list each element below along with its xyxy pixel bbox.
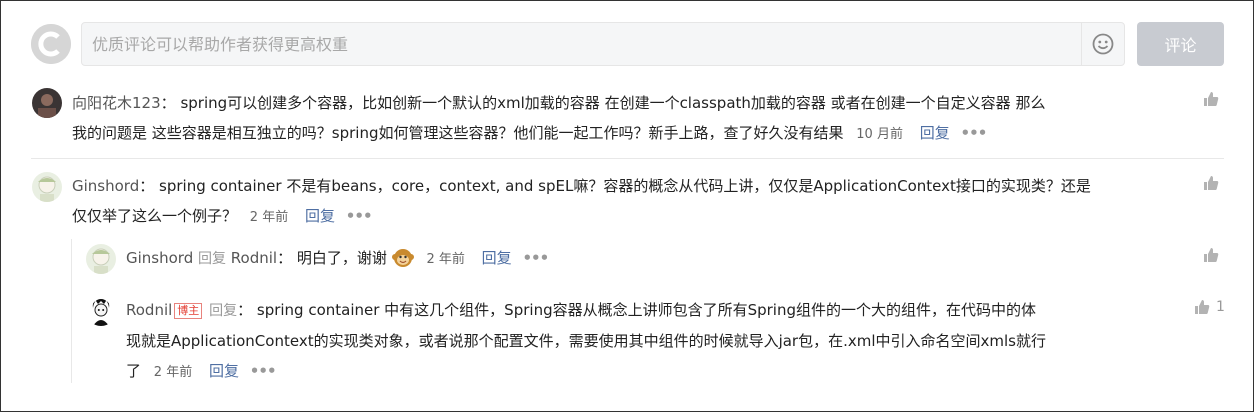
comment-input[interactable]	[82, 23, 1082, 65]
like-button[interactable]	[1203, 91, 1219, 107]
avatar[interactable]	[86, 244, 116, 274]
reply-body: Ginshord 回复 Rodnil： 明白了，谢谢 2 年前 回复 •••	[126, 243, 1176, 275]
avatar[interactable]	[32, 88, 62, 118]
comment-text: spring可以创建多个容器，比如创新一个默认的xml加载的容器 在创建一个cl…	[180, 94, 1046, 112]
comment-body: Ginshord： spring container 不是有beans，core…	[72, 171, 1182, 233]
reply-button[interactable]: 回复	[305, 207, 335, 225]
reply-word: 回复	[198, 251, 227, 267]
reply-time: 2 年前	[153, 365, 193, 380]
submit-comment-button[interactable]: 评论	[1137, 22, 1224, 66]
comment-time: 10 月前	[856, 127, 903, 142]
thumbs-up-icon	[1204, 176, 1219, 190]
reply-thread-line	[71, 239, 72, 383]
reply-word: 回复	[209, 303, 238, 319]
comment-section: { "editor": { "placeholder": "优质评论可以帮助作者…	[0, 0, 1254, 412]
separator: ：	[139, 177, 155, 195]
avatar[interactable]	[86, 296, 116, 326]
smiley-icon	[1092, 33, 1114, 55]
reply-text: 明白了，谢谢	[296, 249, 387, 267]
like-button[interactable]	[1203, 175, 1219, 191]
separator: ：	[237, 301, 253, 319]
reply-text-cont: 现就是ApplicationContext的实现类对象，或者说那个配置文件，需要…	[126, 332, 1046, 350]
more-options-icon[interactable]: •••	[961, 124, 988, 142]
separator: ：	[277, 249, 293, 267]
comment-body: 向阳花木123： spring可以创建多个容器，比如创新一个默认的xml加载的容…	[72, 88, 1182, 150]
separator: ：	[160, 94, 176, 112]
thumbs-up-icon	[1204, 248, 1219, 262]
site-logo-icon	[31, 24, 71, 64]
reply-button[interactable]: 回复	[209, 362, 239, 380]
reply-button[interactable]: 回复	[482, 249, 512, 267]
like-button[interactable]	[1203, 247, 1219, 263]
more-options-icon[interactable]: •••	[522, 249, 549, 267]
like-button[interactable]: 1	[1194, 299, 1225, 315]
comment-author[interactable]: 向阳花木123	[72, 94, 161, 112]
more-options-icon[interactable]: •••	[250, 362, 277, 380]
comment-time: 2 年前	[249, 210, 289, 225]
monkey-emoji-icon	[391, 249, 414, 267]
reply-target[interactable]: Rodnil	[231, 249, 277, 267]
comment-input-box	[81, 22, 1125, 66]
reply-author[interactable]: Rodnil	[126, 301, 172, 319]
divider	[31, 158, 1224, 159]
reply-time: 2 年前	[426, 252, 465, 267]
like-count: 1	[1216, 299, 1225, 315]
reply-author[interactable]: Ginshord	[126, 249, 193, 267]
reply-text-end: 了	[126, 362, 142, 380]
thumbs-up-icon	[1195, 300, 1210, 314]
comment-author[interactable]: Ginshord	[72, 177, 139, 195]
comment-text: spring container 不是有beans，core，context, …	[159, 177, 1091, 195]
thumbs-up-icon	[1204, 92, 1219, 106]
comment-text-cont: 仅仅举了这么一个例子？	[72, 207, 238, 225]
author-badge: 博主	[174, 303, 203, 319]
more-options-icon[interactable]: •••	[346, 207, 373, 225]
comment-text-cont: 我的问题是 这些容器是相互独立的吗？spring如何管理这些容器？他们能一起工作…	[72, 124, 844, 142]
emoji-button[interactable]	[1081, 23, 1124, 65]
reply-text: spring container 中有这几个组件，Spring容器从概念上讲师包…	[256, 301, 1037, 319]
reply-button[interactable]: 回复	[920, 124, 950, 142]
reply-body: Rodnil 博主 回复： spring container 中有这几个组件，Sp…	[126, 295, 1191, 388]
avatar[interactable]	[32, 172, 62, 202]
